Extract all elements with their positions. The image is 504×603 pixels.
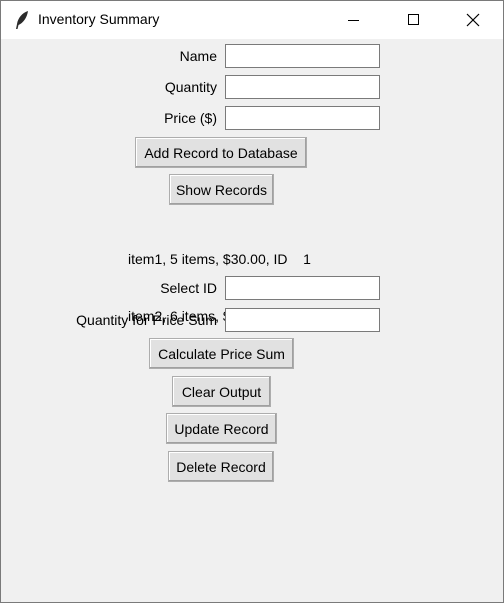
qty-sum-label: Quantity for Price Sum bbox=[76, 312, 217, 328]
delete-record-button[interactable]: Delete Record bbox=[168, 451, 274, 482]
close-icon bbox=[466, 13, 480, 27]
maximize-icon bbox=[408, 14, 419, 25]
qty-sum-input[interactable] bbox=[225, 308, 380, 332]
quantity-label: Quantity bbox=[164, 79, 217, 95]
minimize-icon bbox=[348, 20, 359, 21]
quantity-input[interactable] bbox=[225, 75, 380, 99]
clear-output-button[interactable]: Clear Output bbox=[172, 376, 271, 407]
price-label: Price ($) bbox=[164, 110, 217, 126]
select-id-input[interactable] bbox=[225, 276, 380, 300]
show-records-button[interactable]: Show Records bbox=[169, 174, 274, 205]
price-input[interactable] bbox=[225, 106, 380, 130]
title-bar[interactable]: Inventory Summary bbox=[1, 1, 503, 39]
window-title: Inventory Summary bbox=[38, 11, 160, 27]
close-button[interactable] bbox=[450, 1, 496, 39]
maximize-button[interactable] bbox=[391, 1, 437, 39]
name-input[interactable] bbox=[225, 44, 380, 68]
update-record-button[interactable]: Update Record bbox=[166, 413, 277, 444]
name-label: Name bbox=[179, 48, 217, 64]
list-item: item1, 5 items, $30.00, ID 1 bbox=[128, 251, 311, 267]
add-record-button[interactable]: Add Record to Database bbox=[135, 137, 307, 168]
minimize-button[interactable] bbox=[331, 1, 377, 39]
select-id-label: Select ID bbox=[160, 280, 217, 296]
calculate-price-sum-button[interactable]: Calculate Price Sum bbox=[149, 338, 294, 369]
app-window: Inventory Summary Name Quantity Price ($… bbox=[0, 0, 504, 603]
feather-icon bbox=[16, 11, 28, 29]
